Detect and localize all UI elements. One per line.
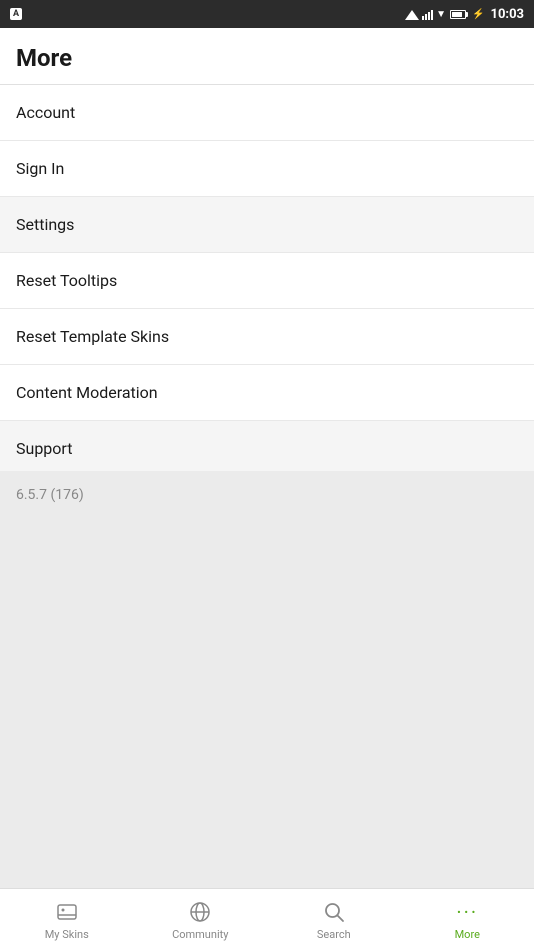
version-info: 6.5.7 (176) [0,471,534,889]
menu-list: AccountSign InSettingsReset TooltipsRese… [0,85,534,471]
status-bar-right: ▼ ⚡ 10:03 [405,7,524,22]
menu-item-settings[interactable]: Settings [0,197,534,253]
menu-item-content-moderation[interactable]: Content Moderation [0,365,534,421]
menu-item-support[interactable]: Support [0,421,534,471]
nav-label-search: Search [317,928,351,941]
globe-icon [187,899,213,925]
main-content: More AccountSign InSettingsReset Tooltip… [0,28,534,888]
search-icon [321,899,347,925]
menu-item-reset-template-skins[interactable]: Reset Template Skins [0,309,534,365]
signal-bars-icon [422,8,433,20]
status-bar-left: A [10,8,22,20]
nav-item-search[interactable]: Search [267,893,401,947]
signal-icons: ▼ [405,8,446,20]
nav-item-community[interactable]: Community [134,893,268,947]
charging-icon: ⚡ [472,9,484,20]
battery-icon [450,10,468,19]
menu-item-sign-in[interactable]: Sign In [0,141,534,197]
nav-item-more[interactable]: ··· More [401,893,534,947]
bottom-nav: My Skins Community Search ··· More [0,888,534,950]
nav-label-my-skins: My Skins [45,928,89,941]
status-time: 10:03 [491,7,525,22]
menu-item-account[interactable]: Account [0,85,534,141]
nav-label-more: More [455,928,480,941]
menu-item-reset-tooltips[interactable]: Reset Tooltips [0,253,534,309]
skins-icon [54,899,80,925]
more-dots-icon: ··· [454,899,480,925]
data-icon: ▼ [436,9,446,20]
page-title: More [0,28,534,85]
a-icon: A [10,8,22,20]
wifi-icon [405,8,419,20]
status-bar: A ▼ ⚡ 10:03 [0,0,534,28]
nav-item-my-skins[interactable]: My Skins [0,893,134,947]
nav-label-community: Community [172,928,228,941]
